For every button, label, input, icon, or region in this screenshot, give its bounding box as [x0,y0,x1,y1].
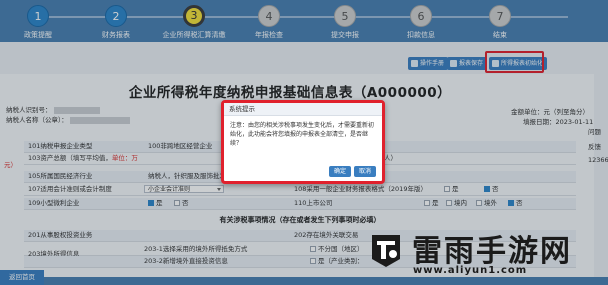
cancel-button[interactable]: 取消 [354,166,376,177]
watermark-url: www.aliyun1.com [413,265,528,276]
system-prompt-dialog: 系统提示 注意：由您的相关涉税事项发生变化后，才需要重新初始化，此功能会将您填报… [221,100,385,184]
dialog-message: 注意：由您的相关涉税事项发生变化后，才需要重新初始化，此功能会将您填报的申报表全… [230,122,375,147]
dialog-title: 系统提示 [224,103,382,116]
watermark-logo-icon [372,235,400,267]
watermark-text: 雷雨手游网 [412,234,572,269]
confirm-button[interactable]: 确定 [329,166,351,177]
